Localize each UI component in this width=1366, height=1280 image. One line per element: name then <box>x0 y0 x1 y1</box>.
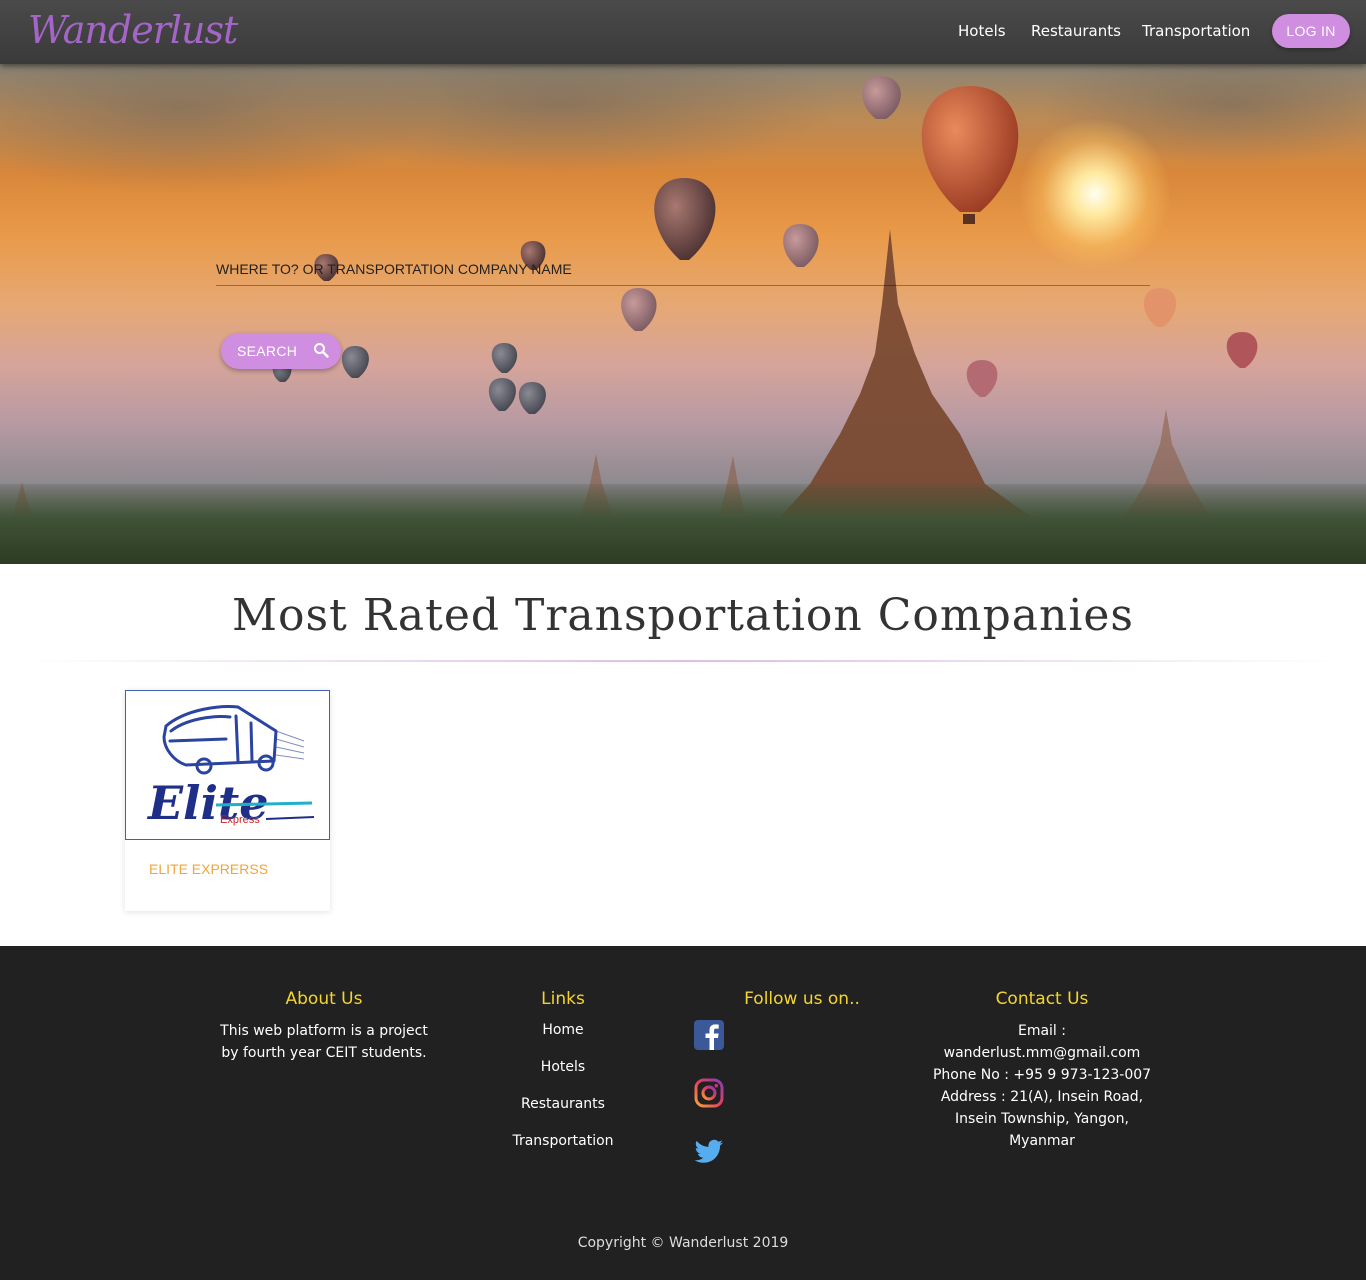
contact-email-label: Email : <box>1017 1023 1066 1039</box>
footer-contact-title: Contact Us <box>995 989 1089 1009</box>
footer-links-title: Links <box>541 989 585 1009</box>
footer-about-line2: by fourth year CEIT students. <box>221 1045 427 1061</box>
nav-link-hotels[interactable]: Hotels <box>958 22 1006 40</box>
search-input[interactable] <box>216 252 1150 285</box>
company-logo-subtext: Express <box>220 814 260 826</box>
footer-about-title: About Us <box>285 989 363 1009</box>
company-logo[interactable]: Elite Express <box>125 690 330 840</box>
contact-address-line1: Address : 21(A), Insein Road, <box>940 1089 1144 1105</box>
footer-link-hotels[interactable]: Hotels <box>473 1059 653 1075</box>
facebook-icon[interactable] <box>694 1020 724 1050</box>
hero-treeline <box>0 484 1366 564</box>
nav-link-restaurants[interactable]: Restaurants <box>1031 22 1121 40</box>
footer-link-home[interactable]: Home <box>473 1022 653 1038</box>
company-card[interactable]: Elite Express ELITE EXPRERSS <box>125 690 330 911</box>
contact-email[interactable]: wanderlust.mm@gmail.com <box>912 1042 1172 1064</box>
brand-logo[interactable]: Wanderlust <box>28 8 238 52</box>
copyright: Copyright © Wanderlust 2019 <box>577 1235 789 1251</box>
company-name[interactable]: ELITE EXPRERSS <box>149 861 268 877</box>
instagram-icon[interactable] <box>694 1078 724 1108</box>
contact-address-line2: Insein Township, Yangon, <box>955 1111 1129 1127</box>
navbar: Wanderlust Hotels Restaurants Transporta… <box>0 0 1366 64</box>
search-field <box>216 252 1150 286</box>
contact-phone: Phone No : +95 9 973-123-007 <box>932 1067 1152 1083</box>
section-title: Most Rated Transportation Companies <box>231 590 1135 641</box>
section-divider <box>25 660 1341 662</box>
footer-follow-title: Follow us on.. <box>744 989 860 1009</box>
search-button[interactable]: SEARCH <box>221 333 341 369</box>
footer: About Us This web platform is a project … <box>0 946 1366 1280</box>
footer-link-restaurants[interactable]: Restaurants <box>473 1096 653 1112</box>
footer-link-transportation[interactable]: Transportation <box>473 1133 653 1149</box>
contact-address-line3: Myanmar <box>1009 1133 1075 1149</box>
hero-banner: SEARCH <box>0 64 1366 564</box>
search-icon <box>313 342 329 361</box>
nav-link-transportation[interactable]: Transportation <box>1142 22 1250 40</box>
twitter-icon[interactable] <box>694 1136 724 1166</box>
footer-about-line1: This web platform is a project <box>220 1023 428 1039</box>
search-button-label: SEARCH <box>237 343 298 359</box>
login-button[interactable]: LOG IN <box>1272 14 1350 48</box>
